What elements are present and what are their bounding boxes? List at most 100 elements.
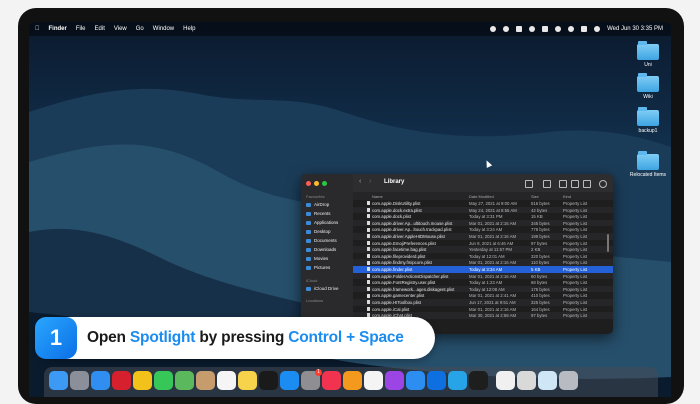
file-row[interactable]: com.apple.dock.plist Today at 3:31 PM 15 K… <box>353 213 613 220</box>
file-row[interactable]: com.apple.EmojiPreferences.plist Jun 8, 2… <box>353 240 613 247</box>
safari-icon[interactable] <box>91 371 110 390</box>
menubar-clock[interactable]: Wed Jun 30 3:35 PM <box>607 26 663 32</box>
status-app2-icon[interactable] <box>503 26 510 32</box>
sidebar-item-label: Recents <box>314 211 331 216</box>
menu-finder[interactable]: Finder <box>49 26 67 32</box>
file-kind: Property List <box>563 260 588 266</box>
mail-icon[interactable] <box>406 371 425 390</box>
close-window-button[interactable] <box>306 181 311 186</box>
status-app-icon[interactable] <box>490 26 497 32</box>
search-icon[interactable] <box>599 180 607 188</box>
menu-window[interactable]: Window <box>153 26 174 32</box>
action-icon[interactable] <box>583 180 591 188</box>
appletv-icon[interactable] <box>259 371 278 390</box>
trash-icon[interactable] <box>559 371 578 390</box>
photos-icon[interactable] <box>364 371 383 390</box>
zoom-window-button[interactable] <box>322 181 327 186</box>
system-preferences-icon[interactable]: 1 <box>301 369 322 390</box>
battery-icon[interactable] <box>542 26 549 32</box>
file-size: 778 bytes <box>531 227 550 233</box>
file-row[interactable]: com.apple.iCal.plist Mar 01, 2021 at 2:16… <box>353 306 613 313</box>
appstore-icon[interactable] <box>280 371 299 390</box>
sidebar-item-icloud-drive[interactable]: iCloud Drive <box>306 286 339 291</box>
finder-icon[interactable] <box>49 371 68 390</box>
file-row[interactable]: com.apple.findmy.fmipcore.plist Mar 01, 2… <box>353 259 613 266</box>
file-size: 175 bytes <box>531 286 550 292</box>
messages-icon[interactable] <box>154 371 173 390</box>
menu-help[interactable]: Help <box>183 26 195 32</box>
minimize-window-button[interactable] <box>314 181 319 186</box>
file-row[interactable]: com.apple.fileproviderd.plist Today at 12… <box>353 253 613 260</box>
sidebar-item-desktop[interactable]: Desktop <box>306 229 331 234</box>
status-app3-icon[interactable] <box>516 26 523 32</box>
sidebar-item-downloads[interactable]: Downloads <box>306 247 336 252</box>
file-row[interactable]: com.apple.FolderActionsDispatcher.plist M… <box>353 272 613 280</box>
file-row[interactable]: com.apple.FontRegistry.user.plist Today a… <box>353 279 613 286</box>
back-button[interactable]: ‹ <box>359 178 361 185</box>
maps-icon[interactable] <box>175 371 194 390</box>
file-row[interactable]: com.apple.framework...ages.diskagent.pli… <box>353 285 613 293</box>
mk-icon[interactable] <box>448 371 467 390</box>
desktop-folder-wiki[interactable]: Wiki <box>628 73 668 100</box>
instruction-middle: by pressing <box>195 329 289 346</box>
contacts-icon[interactable] <box>196 371 215 390</box>
file-row[interactable]: com.apple.driver.Ap...ltouch.trackpad.pl… <box>353 226 613 233</box>
notes-icon[interactable] <box>238 371 257 390</box>
document-icon[interactable] <box>496 371 515 390</box>
file-kind: Property List <box>563 313 588 319</box>
apple-menu-icon[interactable]:  <box>35 26 40 32</box>
opera-icon[interactable] <box>112 371 131 390</box>
launchpad-icon[interactable] <box>70 371 89 390</box>
menu-go[interactable]: Go <box>136 26 144 32</box>
sidebar-item-recents[interactable]: Recents <box>306 211 331 216</box>
desktop-folder-uni[interactable]: Uni <box>628 41 668 68</box>
search-icon[interactable] <box>568 26 575 32</box>
file-row[interactable]: com.apple.finder.plist Today at 3:34 AM 5 … <box>353 265 613 273</box>
podcasts-icon[interactable] <box>385 371 404 390</box>
plist-file-icon <box>367 280 370 285</box>
sidebar-item-movies[interactable]: Movies <box>306 256 328 261</box>
file-date: Mar 01, 2021 at 2:16 AM <box>469 220 517 226</box>
wifi-icon[interactable] <box>555 26 562 32</box>
column-size[interactable]: Size <box>531 194 539 199</box>
chrome-icon[interactable] <box>133 371 152 390</box>
column-kind[interactable]: Kind <box>563 194 571 199</box>
desktop-folder-relocated-items[interactable]: Relocated Items <box>628 151 668 178</box>
menu-file[interactable]: File <box>76 26 86 32</box>
tag-icon[interactable] <box>571 180 579 188</box>
desktop-folder-backup1[interactable]: backup1 <box>628 107 668 134</box>
window-controls <box>306 181 327 186</box>
file-row[interactable]: com.apple.HIToolbox.plist Jun 17, 2021 at… <box>353 298 613 306</box>
status-app4-icon[interactable] <box>529 26 536 32</box>
column-date-modified[interactable]: Date Modified <box>469 194 494 199</box>
plist-file-icon <box>367 247 370 252</box>
file-size: 2 KB <box>531 247 541 253</box>
column-name[interactable]: Name <box>372 194 383 199</box>
menu-view[interactable]: View <box>114 26 127 32</box>
terminal-icon[interactable] <box>469 371 488 390</box>
scrollbar[interactable] <box>607 234 609 252</box>
screenshot-icon[interactable] <box>538 371 557 390</box>
teamviewer-icon[interactable] <box>427 371 446 390</box>
file-row[interactable]: com.apple.DiskUtility.plist May 27, 2021 … <box>353 200 613 207</box>
file-row[interactable]: com.apple.facetime.bag.plist Yesterday at… <box>353 246 613 253</box>
share-icon[interactable] <box>559 180 567 188</box>
reminders-icon[interactable] <box>217 371 236 390</box>
clipboard-icon[interactable] <box>517 371 536 390</box>
menu-edit[interactable]: Edit <box>95 26 105 32</box>
list-view-icon[interactable] <box>525 180 533 188</box>
file-row[interactable]: com.apple.gamecenter.plist Mar 01, 2021 a… <box>353 292 613 299</box>
music-icon[interactable] <box>322 371 341 390</box>
file-row[interactable]: com.apple.dock.extra.plist May 24, 2021 a… <box>353 206 613 214</box>
sidebar-item-applications[interactable]: Applications <box>306 220 338 225</box>
file-row[interactable]: com.apple.driver.Ap...ultitouch.mouse.pl… <box>353 219 613 227</box>
siri-icon[interactable] <box>594 26 601 32</box>
sidebar-item-documents[interactable]: Documents <box>306 238 337 243</box>
sidebar-item-airdrop[interactable]: AirDrop <box>306 202 329 207</box>
control-center-icon[interactable] <box>581 26 588 32</box>
pages-icon[interactable] <box>343 371 362 390</box>
file-row[interactable]: com.apple.driver.AppleHIDMouse.plist Mar … <box>353 232 613 240</box>
group-icon[interactable] <box>543 180 551 188</box>
sidebar-item-pictures[interactable]: Pictures <box>306 265 330 270</box>
forward-button[interactable]: › <box>369 178 371 185</box>
